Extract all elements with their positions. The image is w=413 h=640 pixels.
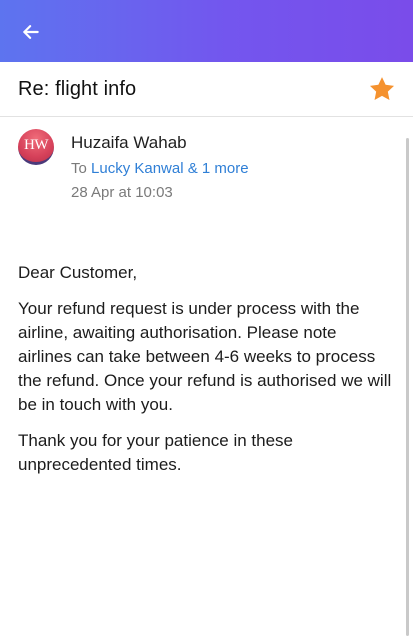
- email-date: 28 Apr at 10:03: [71, 184, 173, 201]
- email-content[interactable]: HW Huzaifa Wahab To Lucky Kanwal & 1 mor…: [0, 118, 413, 640]
- recipients-line: To Lucky Kanwal & 1 more: [71, 160, 249, 177]
- star-button[interactable]: [368, 75, 396, 103]
- recipients-prefix: To: [71, 160, 87, 177]
- email-body: Dear Customer, Your refund request is un…: [18, 261, 393, 489]
- body-greeting: Dear Customer,: [18, 263, 138, 282]
- sender-name[interactable]: Huzaifa Wahab: [71, 133, 187, 153]
- body-paragraph-refund: Your refund request is under process wit…: [18, 299, 392, 414]
- arrow-left-icon: [23, 25, 39, 39]
- recipients-link[interactable]: Lucky Kanwal & 1 more: [91, 160, 249, 177]
- body-paragraph-thanks: Thank you for your patience in these unp…: [18, 431, 293, 474]
- back-button[interactable]: [18, 19, 44, 45]
- sender-avatar[interactable]: HW: [18, 129, 54, 165]
- email-subject: Re: flight info: [18, 78, 137, 100]
- scrollbar[interactable]: [406, 138, 409, 636]
- top-app-bar: [0, 0, 413, 62]
- subject-bar: Re: flight info: [0, 62, 413, 117]
- star-icon: [369, 77, 395, 100]
